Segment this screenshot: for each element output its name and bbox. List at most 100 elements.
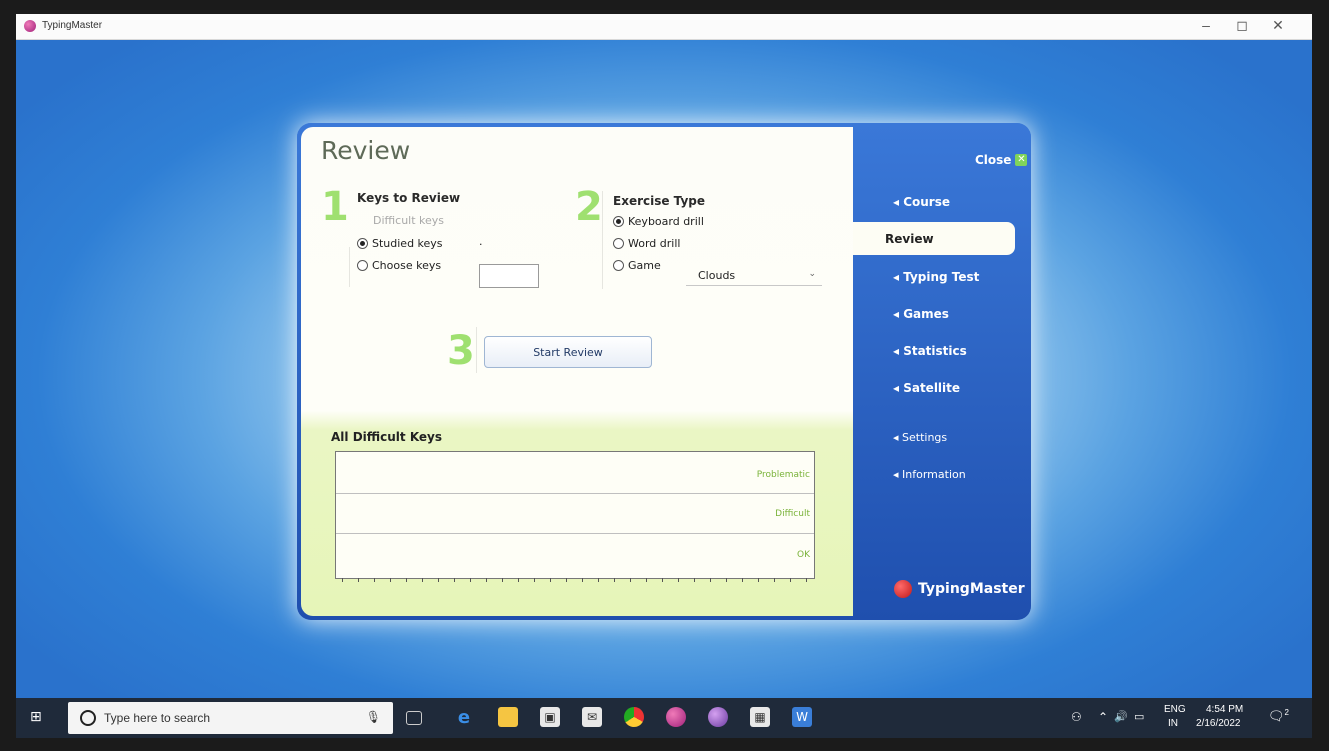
microphone-icon[interactable]: 🎙: [366, 710, 381, 724]
region-indicator[interactable]: IN: [1168, 718, 1178, 729]
sidebar-item-settings[interactable]: ◂ Settings: [893, 431, 947, 444]
sidebar-item-typing-test[interactable]: ◂ Typing Test: [893, 270, 979, 284]
axis-tick: [806, 578, 807, 582]
axis-tick: [454, 578, 455, 582]
sidebar-item-label: Review: [885, 232, 934, 246]
window-title: TypingMaster: [42, 20, 103, 31]
axis-tick: [582, 578, 583, 582]
difficult-keys-label: Difficult keys: [373, 214, 445, 227]
choose-keys-label: Choose keys: [372, 259, 442, 272]
windows-taskbar: ⊞ Type here to search 🎙 e ▣ ✉ ▦ W ⚇ ⌃ 🔊 …: [16, 698, 1312, 738]
keys-to-review-heading: Keys to Review: [357, 191, 461, 205]
axis-tick: [534, 578, 535, 582]
studied-keys-option[interactable]: Studied keys: [357, 237, 443, 250]
step-2-number: 2: [575, 184, 603, 230]
axis-tick: [694, 578, 695, 582]
game-radio[interactable]: [613, 260, 624, 271]
sidebar-item-information[interactable]: ◂ Information: [893, 468, 966, 481]
band-divider: [336, 533, 814, 534]
page-title: Review: [321, 136, 411, 165]
close-icon: ✕: [1015, 154, 1028, 166]
close-button[interactable]: Close ✕: [975, 153, 1028, 167]
axis-tick: [342, 578, 343, 582]
calculator-icon[interactable]: ▦: [750, 707, 770, 727]
axis-tick: [790, 578, 791, 582]
game-option[interactable]: Game: [613, 259, 661, 272]
axis-tick: [550, 578, 551, 582]
choose-keys-option[interactable]: Choose keys: [357, 259, 441, 272]
language-indicator[interactable]: ENG: [1164, 704, 1186, 715]
axis-tick: [614, 578, 615, 582]
axis-tick: [726, 578, 727, 582]
sidebar-item-satellite[interactable]: ◂ Satellite: [893, 381, 960, 395]
close-window-button[interactable]: ✕: [1264, 17, 1292, 34]
axis-tick: [374, 578, 375, 582]
start-review-button[interactable]: Start Review: [484, 336, 652, 368]
choose-keys-input[interactable]: [479, 264, 539, 288]
minimize-button[interactable]: –: [1192, 17, 1220, 33]
notification-count: 2: [1284, 708, 1289, 717]
brand-name: TypingMaster: [918, 581, 1025, 597]
store-icon[interactable]: ▣: [540, 707, 560, 727]
close-label: Close: [975, 153, 1012, 167]
word-icon[interactable]: W: [792, 707, 812, 727]
studied-keys-label: Studied keys: [372, 237, 443, 250]
volume-icon[interactable]: 🔊: [1114, 710, 1128, 723]
windows-start-icon[interactable]: ⊞: [30, 709, 42, 725]
app-taskbar-icon[interactable]: [708, 707, 728, 727]
word-drill-radio[interactable]: [613, 238, 624, 249]
edge-browser-icon[interactable]: e: [454, 707, 474, 728]
sidebar-item-label: Statistics: [903, 344, 967, 358]
band-label-difficult: Difficult: [775, 509, 810, 519]
sidebar-item-label: Games: [903, 307, 949, 321]
desktop-screen: TypingMaster – ◻ ✕ Review 1 Keys to Revi…: [16, 14, 1312, 738]
stray-dot: .: [479, 235, 483, 248]
axis-tick: [390, 578, 391, 582]
show-hidden-icons-chevron[interactable]: ⌃: [1098, 710, 1108, 724]
difficult-keys-chart: Problematic Difficult OK: [335, 451, 815, 582]
axis-tick: [678, 578, 679, 582]
all-difficult-keys-heading: All Difficult Keys: [331, 430, 443, 444]
section-divider-left: [349, 247, 350, 287]
people-icon[interactable]: ⚇: [1071, 710, 1082, 724]
maximize-button[interactable]: ◻: [1228, 17, 1256, 34]
mail-icon[interactable]: ✉: [582, 707, 602, 727]
axis-tick: [502, 578, 503, 582]
typingmaster-logo: TypingMaster: [894, 580, 1025, 598]
task-view-icon[interactable]: [406, 711, 422, 725]
taskbar-search-box[interactable]: Type here to search 🎙: [68, 702, 393, 734]
band-divider: [336, 493, 814, 494]
sidebar-item-course[interactable]: ◂ Course: [893, 195, 950, 209]
game-select[interactable]: Clouds ⌄: [686, 263, 822, 286]
review-dialog: Review 1 Keys to Review Difficult keys S…: [297, 123, 1031, 620]
axis-tick: [710, 578, 711, 582]
keyboard-drill-radio[interactable]: [613, 216, 624, 227]
sidebar-item-label: Typing Test: [903, 270, 980, 284]
choose-keys-radio[interactable]: [357, 260, 368, 271]
sidebar-item-review[interactable]: Review: [853, 222, 1015, 255]
keyboard-drill-label: Keyboard drill: [628, 215, 704, 228]
sidebar-item-statistics[interactable]: ◂ Statistics: [893, 344, 967, 358]
sidebar-item-label: Satellite: [903, 381, 961, 395]
chrome-icon[interactable]: [624, 707, 644, 727]
keyboard-drill-option[interactable]: Keyboard drill: [613, 215, 704, 228]
axis-tick: [598, 578, 599, 582]
axis-tick: [422, 578, 423, 582]
typingmaster-logo-icon: [894, 580, 912, 598]
chevron-down-icon: ⌄: [808, 269, 816, 279]
notification-center-icon[interactable]: 🗨2: [1268, 708, 1289, 724]
file-explorer-icon[interactable]: [498, 707, 518, 727]
review-panel: Review 1 Keys to Review Difficult keys S…: [301, 127, 853, 616]
step-1-number: 1: [321, 184, 349, 230]
clock-date[interactable]: 2/16/2022: [1196, 718, 1241, 729]
axis-tick: [662, 578, 663, 582]
sidebar-item-games[interactable]: ◂ Games: [893, 307, 949, 321]
search-placeholder: Type here to search: [104, 711, 211, 725]
axis-tick: [566, 578, 567, 582]
network-icon[interactable]: ▭: [1134, 710, 1144, 723]
clock-time[interactable]: 4:54 PM: [1206, 704, 1243, 715]
typingmaster-taskbar-icon[interactable]: [666, 707, 686, 727]
axis-tick: [406, 578, 407, 582]
word-drill-option[interactable]: Word drill: [613, 237, 680, 250]
studied-keys-radio[interactable]: [357, 238, 368, 249]
